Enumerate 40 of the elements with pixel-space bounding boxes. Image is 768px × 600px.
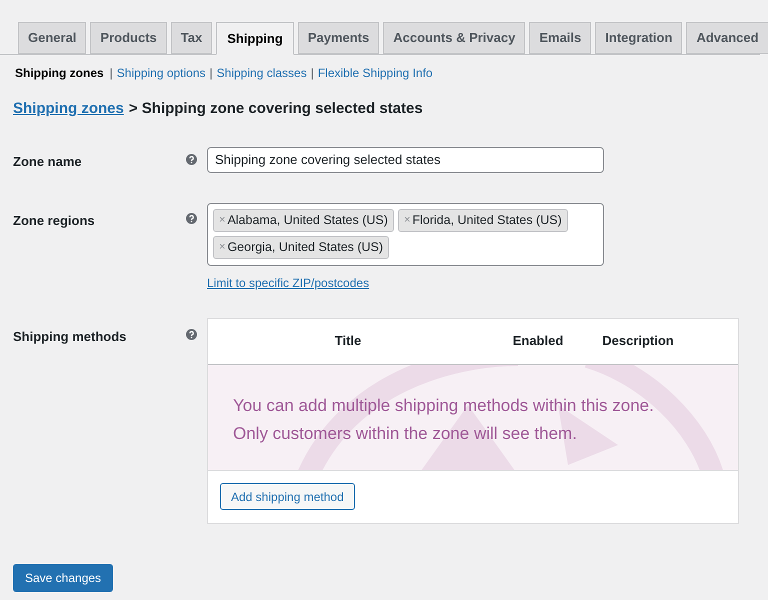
field-label: Shipping methods [13, 328, 126, 344]
subnav-link[interactable]: Shipping zones [15, 64, 104, 82]
tag-label: Alabama, United States (US) [227, 212, 388, 229]
zone-regions-field[interactable]: × Alabama, United States (US) × Florida, United States (US) × Georgia, United States (US) [207, 202, 604, 266]
separator: | [110, 65, 113, 82]
region-tag[interactable]: × Georgia, United States (US) [213, 236, 390, 258]
postcodes-link[interactable]: Limit to specific ZIP/postcodes [207, 274, 604, 292]
page-title: > Shipping zone covering selected states [128, 99, 423, 119]
help-icon[interactable] [186, 212, 197, 224]
breadcrumb-link[interactable]: Shipping zones [13, 98, 124, 120]
tab[interactable]: Tax [170, 22, 212, 54]
empty-message: Only customers within the zone will see them. [233, 422, 577, 444]
tab[interactable]: General [18, 22, 86, 54]
region-tag[interactable]: × Florida, United States (US) [398, 208, 568, 232]
help-icon[interactable] [186, 328, 197, 340]
subnav-link[interactable]: Shipping options [116, 64, 206, 82]
tab[interactable]: Advanced [686, 22, 768, 54]
subnav-link[interactable]: Flexible Shipping Info [318, 64, 433, 82]
field-label: Zone regions [13, 212, 95, 228]
tab[interactable]: Accounts & Privacy [383, 22, 526, 54]
separator: | [310, 65, 314, 82]
tag-label: Florida, United States (US) [412, 212, 562, 229]
save-changes-button[interactable]: Save changes [13, 564, 114, 592]
tab[interactable]: Products [90, 22, 167, 54]
tab[interactable]: Integration [595, 22, 682, 54]
empty-message: You can add multiple shipping methods within this zone. [233, 394, 654, 416]
field-label: Zone name [13, 154, 82, 168]
tab[interactable]: Shipping [216, 22, 294, 55]
add-shipping-method-button[interactable]: Add shipping method [220, 483, 355, 510]
separator: | [210, 65, 213, 82]
region-tag[interactable]: × Alabama, United States (US) [213, 208, 394, 232]
subnav-link[interactable]: Shipping classes [216, 64, 307, 82]
help-icon[interactable] [186, 154, 197, 164]
column-header: Title [334, 332, 362, 350]
column-header: Enabled [512, 332, 564, 350]
tab[interactable]: Payments [298, 22, 380, 54]
tab[interactable]: Emails [529, 22, 592, 54]
tag-label: Georgia, United States (US) [227, 238, 384, 256]
column-header: Description [602, 332, 674, 350]
zone-name-field[interactable]: Shipping zone covering selected states [207, 146, 604, 172]
